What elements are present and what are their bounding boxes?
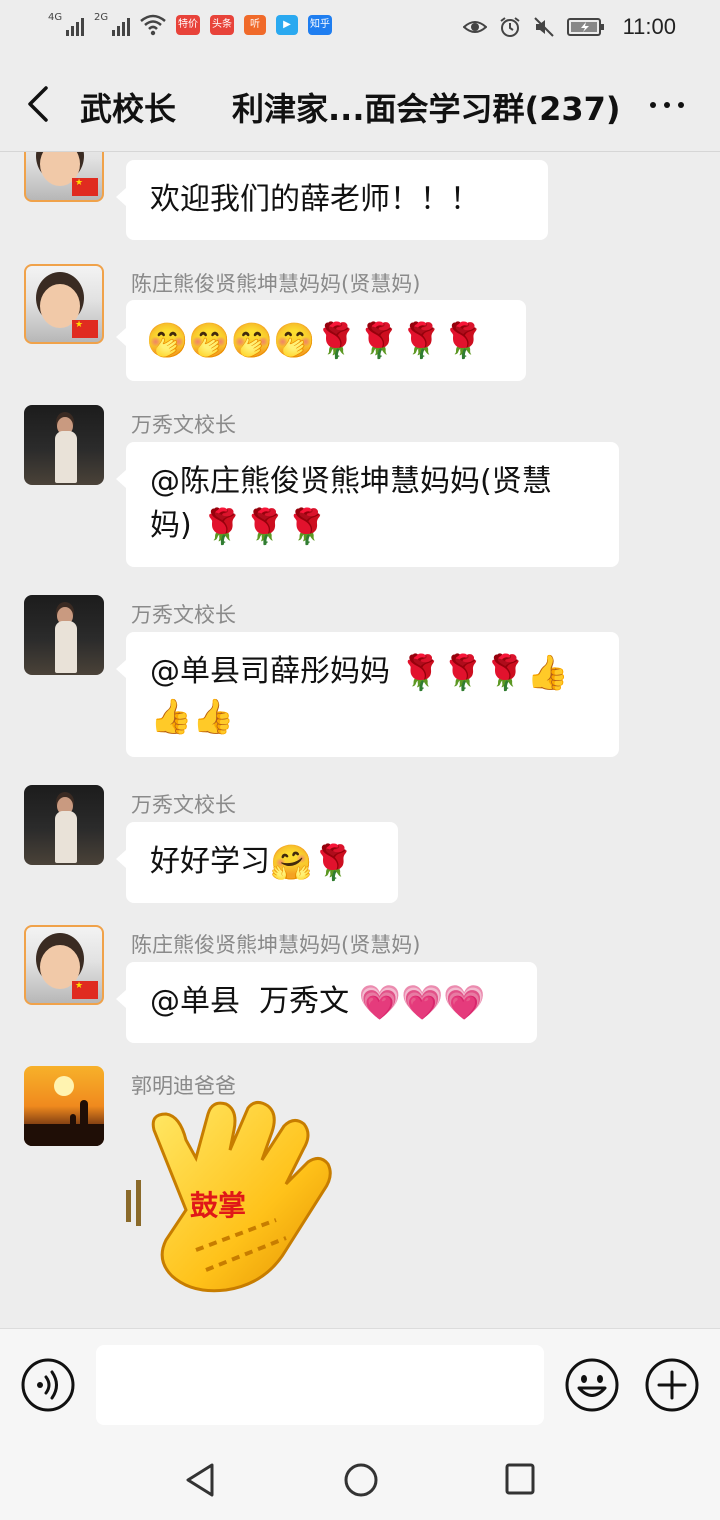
sender-name: 万秀文校长 bbox=[131, 603, 236, 627]
alarm-icon bbox=[499, 17, 520, 37]
voice-icon[interactable] bbox=[20, 1357, 76, 1413]
emoji-sequence: 🤭🤭🤭🤭🌹🌹🌹🌹 bbox=[146, 320, 485, 361]
message-bubble[interactable]: @陈庄熊俊贤熊坤慧妈妈(贤慧 妈) 🌹🌹🌹 bbox=[116, 442, 619, 567]
signal-sim1-icon: 4G bbox=[48, 12, 84, 36]
more-icon[interactable] bbox=[650, 102, 684, 108]
emoji-sequence: 🤗🌹 bbox=[270, 842, 355, 883]
signal-sim2-icon: 2G bbox=[94, 12, 130, 36]
message-text: 欢迎我们的薛老师！！！ bbox=[150, 182, 480, 217]
system-nav-bar bbox=[0, 1440, 720, 1520]
eye-icon bbox=[462, 21, 487, 33]
nav-back-icon[interactable] bbox=[184, 1462, 218, 1498]
sender-name: 万秀文校长 bbox=[131, 793, 236, 817]
message-bubble[interactable]: 🤭🤭🤭🤭🌹🌹🌹🌹 bbox=[116, 300, 526, 381]
message-bubble[interactable]: @单县司薛彤妈妈 🌹🌹🌹👍 👍👍 bbox=[116, 632, 619, 757]
teacher-avatar[interactable] bbox=[24, 785, 104, 865]
teacher-avatar[interactable] bbox=[24, 405, 104, 485]
plus-icon[interactable] bbox=[644, 1357, 700, 1413]
nav-recent-icon[interactable] bbox=[504, 1462, 536, 1496]
input-bar bbox=[0, 1328, 720, 1440]
message-line: @单县司薛彤妈妈 🌹🌹🌹👍 bbox=[150, 650, 595, 695]
chat-title: 利津家...面会学习群(237) bbox=[232, 90, 621, 128]
notification-badge-icon: ▶ bbox=[276, 15, 298, 35]
battery-icon bbox=[566, 18, 604, 36]
emoji-sequence: 👍👍 bbox=[150, 697, 235, 737]
chat-header: 武校长 利津家...面会学习群(237) bbox=[0, 56, 720, 152]
sender-name: 陈庄熊俊贤熊坤慧妈妈(贤慧妈) bbox=[131, 272, 421, 296]
message-line: 👍👍 bbox=[150, 695, 595, 740]
sticker-caption: 鼓掌 bbox=[190, 1189, 247, 1222]
kid-flag-avatar[interactable] bbox=[24, 925, 104, 1005]
kid-flag-avatar[interactable] bbox=[24, 152, 104, 202]
status-bar: 4G 2G 特价 头条 听 ▶ 知乎 11:00 bbox=[0, 0, 720, 56]
message-input[interactable] bbox=[96, 1345, 544, 1425]
sim1-label: 4G bbox=[48, 12, 63, 23]
clap-sticker[interactable]: 鼓掌 bbox=[126, 1100, 346, 1300]
message-text: @单县司薛彤妈妈 bbox=[150, 654, 390, 689]
message-bubble[interactable]: @单县 万秀文 💗💗💗 bbox=[116, 962, 537, 1043]
nav-home-icon[interactable] bbox=[343, 1462, 379, 1498]
emoji-sequence: 🌹🌹🌹👍 bbox=[399, 652, 569, 693]
teacher-avatar[interactable] bbox=[24, 595, 104, 675]
message-bubble[interactable]: 好好学习🤗🌹 bbox=[116, 822, 398, 903]
clock-time: 11:00 bbox=[622, 14, 676, 39]
sunset-avatar[interactable] bbox=[24, 1066, 104, 1146]
message-bubble[interactable]: 欢迎我们的薛老师！！！ bbox=[116, 160, 548, 240]
status-bar-left: 4G 2G 特价 头条 听 ▶ 知乎 bbox=[48, 12, 332, 36]
sim2-label: 2G bbox=[94, 12, 109, 23]
message-text: @单县 万秀文 bbox=[150, 984, 350, 1019]
sender-name: 陈庄熊俊贤熊坤慧妈妈(贤慧妈) bbox=[131, 933, 421, 957]
sender-name: 郭明迪爸爸 bbox=[131, 1074, 236, 1098]
kid-flag-avatar[interactable] bbox=[24, 264, 104, 344]
message-text: @陈庄熊俊贤熊坤慧妈妈(贤慧 bbox=[150, 464, 552, 499]
message-line: 妈) 🌹🌹🌹 bbox=[150, 504, 595, 549]
status-bar-right: 11:00 bbox=[462, 14, 676, 40]
message-text: 妈) bbox=[150, 508, 192, 543]
emoji-sequence: 💗💗💗 bbox=[358, 982, 486, 1023]
mute-icon bbox=[533, 17, 554, 37]
wifi-icon bbox=[140, 14, 166, 36]
emoji-sequence: 🌹🌹🌹 bbox=[201, 506, 329, 547]
notification-badge-icon: 知乎 bbox=[308, 15, 332, 35]
message-list[interactable]: 欢迎我们的薛老师！！！ 陈庄熊俊贤熊坤慧妈妈(贤慧妈) 🤭🤭🤭🤭🌹🌹🌹🌹 万秀文… bbox=[0, 152, 720, 1328]
notification-badge-icon: 头条 bbox=[210, 15, 234, 35]
emoji-icon[interactable] bbox=[564, 1357, 620, 1413]
back-label[interactable]: 武校长 bbox=[80, 84, 176, 130]
chevron-left-icon[interactable] bbox=[22, 84, 58, 124]
notification-badge-icon: 特价 bbox=[176, 15, 200, 35]
notification-badge-icon: 听 bbox=[244, 15, 266, 35]
sender-name: 万秀文校长 bbox=[131, 413, 236, 437]
message-text: 好好学习 bbox=[150, 844, 270, 879]
